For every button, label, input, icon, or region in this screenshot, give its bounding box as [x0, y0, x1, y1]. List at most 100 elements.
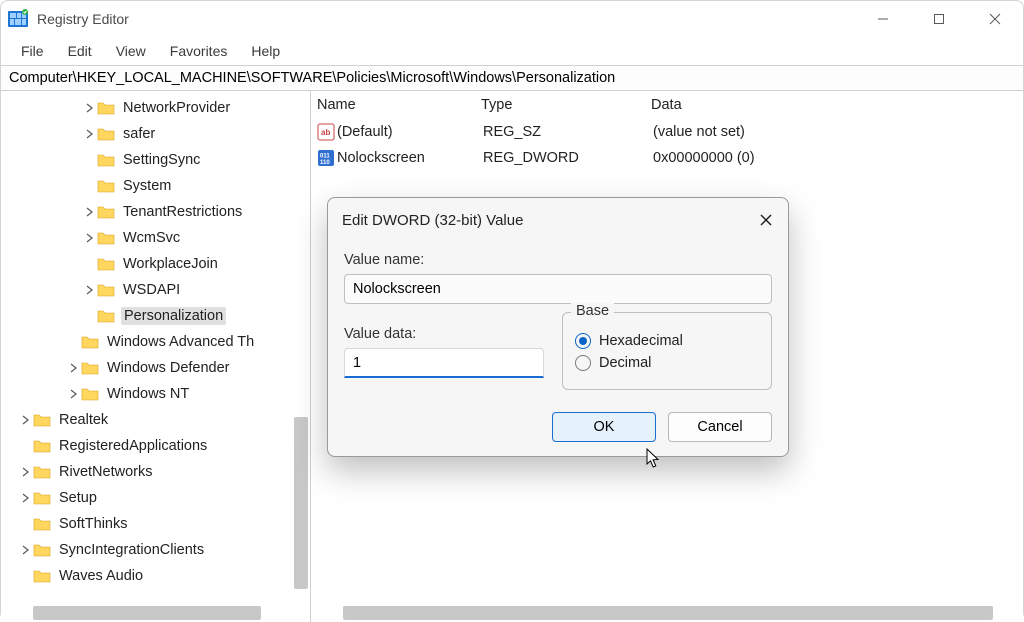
expand-chevron-icon[interactable] — [83, 285, 97, 295]
value-name-label: Value name: — [344, 252, 772, 268]
menu-favorites[interactable]: Favorites — [158, 39, 240, 63]
tree-item[interactable]: SoftThinks — [1, 511, 310, 537]
menu-help[interactable]: Help — [239, 39, 292, 63]
tree-item[interactable]: Realtek — [1, 407, 310, 433]
reg-dword-icon — [315, 149, 337, 167]
address-input[interactable] — [7, 69, 1017, 87]
value-type: REG_SZ — [483, 124, 653, 140]
value-row[interactable]: (Default)REG_SZ(value not set) — [311, 119, 1023, 145]
radio-decimal[interactable]: Decimal — [575, 355, 759, 371]
tree-item[interactable]: Waves Audio — [1, 563, 310, 589]
radio-hex-label: Hexadecimal — [599, 333, 683, 349]
tree-item[interactable]: System — [1, 173, 310, 199]
tree-item-label: Realtek — [57, 411, 110, 429]
tree-item-label: Windows Defender — [105, 359, 232, 377]
tree-item[interactable]: Setup — [1, 485, 310, 511]
tree-item-label: safer — [121, 125, 157, 143]
folder-icon — [33, 411, 53, 429]
tree-item-label: SyncIntegrationClients — [57, 541, 206, 559]
horizontal-scrollbar-left[interactable] — [1, 606, 310, 620]
expand-chevron-icon[interactable] — [19, 415, 33, 425]
tree-item[interactable]: safer — [1, 121, 310, 147]
column-headers[interactable]: Name Type Data — [311, 91, 1023, 119]
folder-icon — [81, 385, 101, 403]
expand-chevron-icon[interactable] — [83, 207, 97, 217]
tree-item[interactable]: TenantRestrictions — [1, 199, 310, 225]
tree-item-label: WcmSvc — [121, 229, 182, 247]
folder-icon — [97, 307, 117, 325]
tree-item-label: WorkplaceJoin — [121, 255, 220, 273]
tree-item-label: TenantRestrictions — [121, 203, 244, 221]
folder-icon — [33, 515, 53, 533]
value-data: (value not set) — [653, 124, 1023, 140]
tree-item-label: RegisteredApplications — [57, 437, 209, 455]
tree-item[interactable]: SettingSync — [1, 147, 310, 173]
expand-chevron-icon[interactable] — [67, 363, 81, 373]
tree-item-label: RivetNetworks — [57, 463, 154, 481]
menu-file[interactable]: File — [9, 39, 56, 63]
folder-icon — [33, 437, 53, 455]
vertical-scrollbar-thumb[interactable] — [294, 417, 308, 589]
tree-item-label: NetworkProvider — [121, 99, 232, 117]
folder-icon — [97, 125, 117, 143]
reg-sz-icon — [315, 123, 337, 141]
expand-chevron-icon[interactable] — [67, 389, 81, 399]
radio-hexadecimal[interactable]: Hexadecimal — [575, 333, 759, 349]
tree-pane[interactable]: NetworkProvider safer SettingSync System Ten… — [1, 91, 311, 622]
expand-chevron-icon[interactable] — [83, 233, 97, 243]
tree-item[interactable]: Windows Advanced Th — [1, 329, 310, 355]
tree-item[interactable]: WSDAPI — [1, 277, 310, 303]
close-button[interactable] — [967, 1, 1023, 37]
folder-icon — [33, 463, 53, 481]
tree-item[interactable]: RegisteredApplications — [1, 433, 310, 459]
dialog-close-button[interactable] — [754, 208, 778, 232]
radio-icon — [575, 333, 591, 349]
tree-item-label: SettingSync — [121, 151, 202, 169]
expand-chevron-icon[interactable] — [19, 493, 33, 503]
expand-chevron-icon[interactable] — [83, 103, 97, 113]
value-type: REG_DWORD — [483, 150, 653, 166]
window-title: Registry Editor — [37, 11, 129, 27]
folder-icon — [81, 333, 101, 351]
titlebar: Registry Editor — [1, 1, 1023, 37]
cancel-button[interactable]: Cancel — [668, 412, 772, 442]
minimize-button[interactable] — [855, 1, 911, 37]
tree-item[interactable]: RivetNetworks — [1, 459, 310, 485]
tree-item[interactable]: Windows NT — [1, 381, 310, 407]
column-type[interactable]: Type — [481, 97, 651, 113]
horizontal-scrollbar-right[interactable] — [311, 606, 1023, 620]
folder-icon — [33, 489, 53, 507]
column-data[interactable]: Data — [651, 97, 1023, 113]
value-name: Nolockscreen — [337, 150, 483, 166]
address-bar[interactable] — [1, 65, 1023, 91]
tree-item-label: Personalization — [121, 307, 226, 325]
radio-icon — [575, 355, 591, 371]
horizontal-scrollbar-thumb[interactable] — [33, 606, 261, 620]
tree-item[interactable]: WorkplaceJoin — [1, 251, 310, 277]
tree-item[interactable]: SyncIntegrationClients — [1, 537, 310, 563]
tree-item[interactable]: NetworkProvider — [1, 95, 310, 121]
folder-icon — [97, 151, 117, 169]
value-row[interactable]: NolockscreenREG_DWORD0x00000000 (0) — [311, 145, 1023, 171]
folder-icon — [97, 177, 117, 195]
value-data: 0x00000000 (0) — [653, 150, 1023, 166]
menubar: File Edit View Favorites Help — [1, 37, 1023, 65]
menu-edit[interactable]: Edit — [56, 39, 104, 63]
horizontal-scrollbar-thumb[interactable] — [343, 606, 993, 620]
expand-chevron-icon[interactable] — [83, 129, 97, 139]
tree-item[interactable]: Personalization — [1, 303, 310, 329]
tree-item-label: System — [121, 177, 173, 195]
maximize-button[interactable] — [911, 1, 967, 37]
expand-chevron-icon[interactable] — [19, 467, 33, 477]
value-data-field[interactable] — [344, 348, 544, 378]
folder-icon — [97, 203, 117, 221]
ok-button[interactable]: OK — [552, 412, 656, 442]
column-name[interactable]: Name — [317, 97, 481, 113]
value-name-field[interactable] — [344, 274, 772, 304]
menu-view[interactable]: View — [104, 39, 158, 63]
base-group: Base Hexadecimal Decimal — [562, 312, 772, 390]
tree-item[interactable]: WcmSvc — [1, 225, 310, 251]
expand-chevron-icon[interactable] — [19, 545, 33, 555]
value-name: (Default) — [337, 124, 483, 140]
tree-item[interactable]: Windows Defender — [1, 355, 310, 381]
